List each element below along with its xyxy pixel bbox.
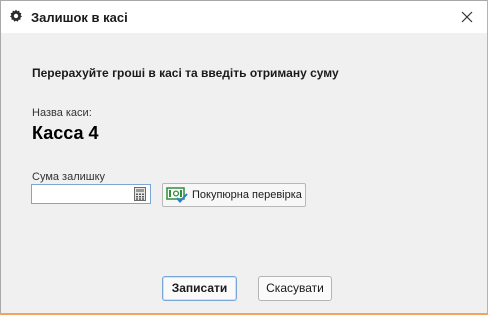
calculator-icon[interactable]	[134, 187, 146, 201]
title-bar: Залишок в касі	[1, 1, 487, 33]
instruction-text: Перерахуйте гроші в касі та введіть отри…	[32, 66, 339, 80]
cancel-button[interactable]: Скасувати	[258, 276, 332, 301]
gear-icon	[10, 9, 22, 22]
sum-balance-label: Сума залишку	[32, 171, 106, 183]
sum-balance-input[interactable]	[34, 186, 128, 202]
kassa-name-value: Касса 4	[32, 123, 99, 143]
banknote-check-icon	[166, 187, 188, 203]
close-icon[interactable]	[459, 9, 475, 25]
cash-balance-dialog: Залишок в касі Перерахуйте гроші в касі …	[0, 0, 488, 315]
save-button[interactable]: Записати	[162, 276, 237, 301]
banknote-check-button[interactable]: Покупюрна перевірка	[162, 183, 306, 207]
sum-balance-field	[31, 184, 151, 204]
kassa-name-label: Назва каси:	[32, 107, 92, 119]
banknote-check-label: Покупюрна перевірка	[192, 189, 302, 201]
dialog-title: Залишок в касі	[31, 10, 128, 25]
